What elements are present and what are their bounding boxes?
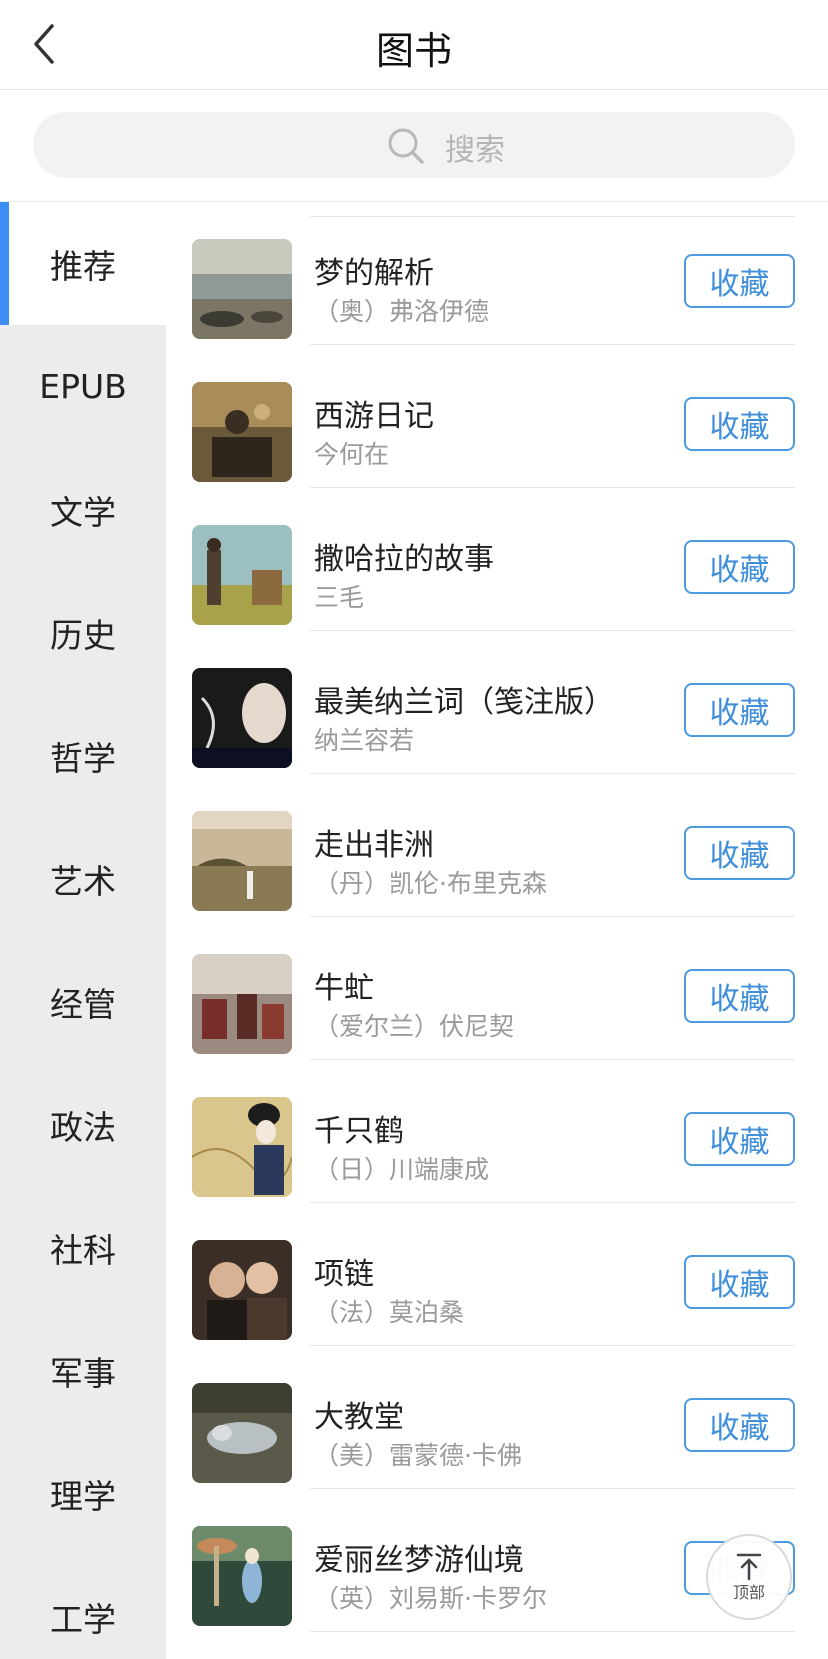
book-cover-image <box>192 382 292 482</box>
favorite-button[interactable]: 收藏 <box>684 254 795 308</box>
search-bar: 搜索 <box>0 90 828 202</box>
favorite-button[interactable]: 收藏 <box>684 540 795 594</box>
sidebar-item-label: 哲学 <box>50 738 116 778</box>
book-cover-image <box>192 1526 292 1626</box>
sidebar-item-label: 推荐 <box>50 246 116 286</box>
book-author: （丹）凯伦·布里克森 <box>314 869 547 898</box>
favorite-button[interactable]: 收藏 <box>684 1112 795 1166</box>
book-title: 西游日记 <box>314 399 434 434</box>
book-row[interactable]: 项链 （法）莫泊桑 收藏 <box>166 1203 828 1346</box>
book-cover-image <box>192 811 292 911</box>
sidebar-item-economics[interactable]: 经管 <box>0 940 166 1063</box>
book-author: （美）雷蒙德·卡佛 <box>314 1441 522 1470</box>
book-row[interactable]: 梦的解析 （奥）弗洛伊德 收藏 <box>166 202 828 345</box>
sidebar-item-label: 理学 <box>50 1476 116 1516</box>
book-title: 走出非洲 <box>314 828 434 863</box>
book-title: 最美纳兰词（笺注版） <box>314 685 614 720</box>
sidebar-item-philosophy[interactable]: 哲学 <box>0 694 166 817</box>
scroll-to-top-button[interactable]: 顶部 <box>706 1534 792 1620</box>
book-row[interactable]: 牛虻 （爱尔兰）伏尼契 收藏 <box>166 917 828 1060</box>
book-row[interactable]: 大教堂 （美）雷蒙德·卡佛 收藏 <box>166 1346 828 1489</box>
favorite-button[interactable]: 收藏 <box>684 826 795 880</box>
favorite-button[interactable]: 收藏 <box>684 1398 795 1452</box>
sidebar-item-label: 历史 <box>50 615 116 655</box>
book-title: 牛虻 <box>314 971 374 1006</box>
book-row[interactable]: 走出非洲 （丹）凯伦·布里克森 收藏 <box>166 774 828 917</box>
book-cover-image <box>192 954 292 1054</box>
book-author: （爱尔兰）伏尼契 <box>314 1012 515 1041</box>
book-author: （法）莫泊桑 <box>314 1298 465 1327</box>
sidebar-item-social-science[interactable]: 社科 <box>0 1186 166 1309</box>
scroll-to-top-label: 顶部 <box>732 1583 765 1602</box>
book-author: 三毛 <box>314 583 365 612</box>
sidebar-item-label: 工学 <box>50 1599 116 1639</box>
book-author: 今何在 <box>314 440 390 469</box>
sidebar-item-label: 军事 <box>50 1353 116 1393</box>
book-cover-image <box>192 1097 292 1197</box>
sidebar-item-literature[interactable]: 文学 <box>0 448 166 571</box>
book-cover-image <box>192 1240 292 1340</box>
sidebar-item-law[interactable]: 政法 <box>0 1063 166 1186</box>
book-row[interactable]: 西游日记 今何在 收藏 <box>166 345 828 488</box>
search-placeholder: 搜索 <box>445 133 505 168</box>
sidebar-item-label: 艺术 <box>50 861 116 901</box>
sidebar-item-science[interactable]: 理学 <box>0 1432 166 1555</box>
book-row[interactable]: 最美纳兰词（笺注版） 纳兰容若 收藏 <box>166 631 828 774</box>
favorite-button[interactable]: 收藏 <box>684 397 795 451</box>
book-author: （奥）弗洛伊德 <box>314 297 490 326</box>
search-icon <box>387 127 425 165</box>
book-title: 梦的解析 <box>314 256 434 291</box>
header-bar: 图书 <box>0 0 828 90</box>
sidebar-item-label: 政法 <box>50 1107 116 1147</box>
sidebar-item-history[interactable]: 历史 <box>0 571 166 694</box>
page-title: 图书 <box>375 29 452 73</box>
book-row[interactable]: 千只鹤 （日）川端康成 收藏 <box>166 1060 828 1203</box>
book-cover-image <box>192 239 292 339</box>
book-title: 撒哈拉的故事 <box>314 542 494 577</box>
sidebar-item-label: 社科 <box>50 1230 116 1270</box>
book-author: 纳兰容若 <box>314 726 415 755</box>
book-author: （日）川端康成 <box>314 1155 490 1184</box>
book-cover-image <box>192 668 292 768</box>
book-list: 梦的解析 （奥）弗洛伊德 收藏 西游日记 今何在 收藏 撒哈拉的故事 三毛 收藏… <box>166 202 828 1659</box>
sidebar-item-military[interactable]: 军事 <box>0 1309 166 1432</box>
book-title: 项链 <box>314 1257 374 1292</box>
sidebar-item-label: EPUB <box>39 367 127 406</box>
book-title: 爱丽丝梦游仙境 <box>314 1543 524 1578</box>
category-sidebar: 推荐 EPUB 文学 历史 哲学 艺术 经管 政法 社科 军事 理学 工学 <box>0 202 166 1659</box>
book-row[interactable]: 撒哈拉的故事 三毛 收藏 <box>166 488 828 631</box>
sidebar-item-recommended[interactable]: 推荐 <box>0 202 166 325</box>
book-cover-image <box>192 525 292 625</box>
favorite-button[interactable]: 收藏 <box>684 969 795 1023</box>
book-title: 千只鹤 <box>314 1114 404 1149</box>
divider <box>310 1631 795 1632</box>
sidebar-item-engineering[interactable]: 工学 <box>0 1555 166 1659</box>
sidebar-item-epub[interactable]: EPUB <box>0 325 166 448</box>
sidebar-item-label: 文学 <box>50 492 116 532</box>
book-cover-image <box>192 1383 292 1483</box>
search-input[interactable]: 搜索 <box>33 112 795 178</box>
book-title: 大教堂 <box>314 1400 404 1435</box>
favorite-button[interactable]: 收藏 <box>684 683 795 737</box>
sidebar-item-art[interactable]: 艺术 <box>0 817 166 940</box>
arrow-up-icon <box>736 1553 762 1581</box>
sidebar-item-label: 经管 <box>50 984 116 1024</box>
book-author: （英）刘易斯·卡罗尔 <box>314 1584 547 1613</box>
favorite-button[interactable]: 收藏 <box>684 1255 795 1309</box>
